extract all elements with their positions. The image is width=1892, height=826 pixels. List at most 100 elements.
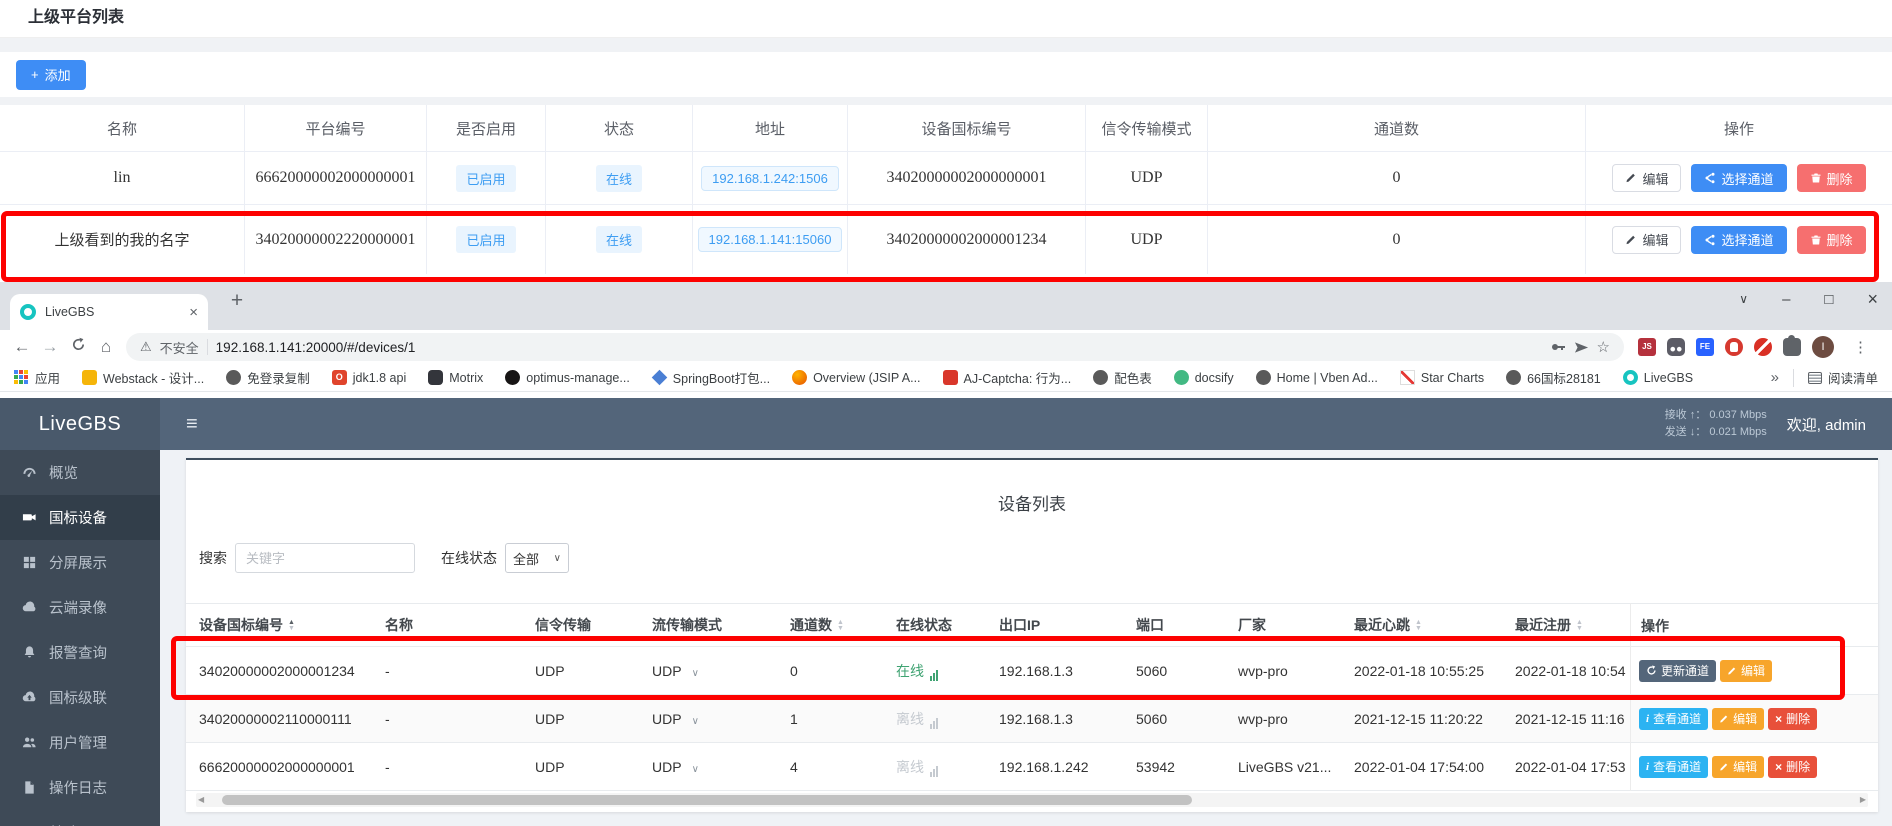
chevron-down-icon[interactable]: ∨	[692, 668, 699, 679]
bookmark-optimus[interactable]: optimus-manage...	[505, 370, 630, 385]
col-header-registered[interactable]: 最近注册▲▼	[1515, 615, 1637, 635]
adblock-hand-icon[interactable]	[1725, 338, 1743, 356]
sidebar-item-settings[interactable]: 基础配置	[0, 810, 160, 826]
delete-button[interactable]: ×删除	[1768, 708, 1817, 730]
col-header-device-id: 设备国标编号	[848, 105, 1086, 151]
back-button[interactable]: ←	[8, 337, 36, 357]
livegbs-favicon-icon	[20, 304, 36, 320]
online-status-label: 在线状态	[441, 548, 497, 568]
sidebar-item-split-screen[interactable]: 分屏展示	[0, 540, 160, 585]
address-badge[interactable]: 192.168.1.242:1506	[701, 166, 839, 191]
bookmark-vben[interactable]: Home | Vben Ad...	[1256, 370, 1378, 385]
bookmark-gb28181[interactable]: 66国标28181	[1506, 368, 1601, 387]
col-header-channels[interactable]: 通道数▲▼	[790, 615, 896, 635]
bookmark-springboot[interactable]: SpringBoot打包...	[652, 368, 770, 387]
scroll-right-icon[interactable]: ▶	[1860, 793, 1866, 807]
view-channels-button[interactable]: i查看通道	[1639, 756, 1708, 778]
scrollbar-thumb[interactable]	[222, 795, 1192, 805]
apps-grid-icon	[14, 370, 29, 385]
edit-button[interactable]: 编辑	[1712, 708, 1764, 730]
minimize-button[interactable]: –	[1782, 291, 1790, 308]
cell-gb-id: 34020000002110000111	[199, 711, 385, 727]
close-button[interactable]: ×	[1867, 289, 1878, 310]
sidebar-item-gb-devices[interactable]: 国标设备	[0, 495, 160, 540]
bookmark-livegbs[interactable]: LiveGBS	[1623, 370, 1693, 385]
view-channels-button[interactable]: i查看通道	[1639, 708, 1708, 730]
bookmark-colors[interactable]: 配色表	[1093, 368, 1152, 387]
forward-button[interactable]: →	[36, 337, 64, 357]
col-header-mode: 信令传输模式	[1086, 105, 1208, 151]
delete-button[interactable]: 删除	[1797, 226, 1866, 254]
chevron-down-icon[interactable]: ∨	[692, 716, 699, 727]
browser-menu-icon[interactable]: ⋮	[1845, 338, 1876, 356]
motrix-icon	[428, 370, 443, 385]
globe-icon	[226, 370, 241, 385]
tab-close-icon[interactable]: ×	[189, 304, 198, 321]
bookmark-overview[interactable]: Overview (JSIP A...	[792, 370, 920, 385]
update-channels-button[interactable]: 更新通道	[1639, 660, 1716, 682]
address-badge[interactable]: 192.168.1.141:15060	[698, 227, 843, 252]
device-table-header: 设备国标编号▲▼ 名称 信令传输 流传输模式 通道数▲▼ 在线状态 出口IP 端…	[186, 603, 1878, 647]
col-header-heartbeat[interactable]: 最近心跳▲▼	[1354, 615, 1515, 635]
video-camera-icon	[22, 510, 37, 525]
sidebar-item-users[interactable]: 用户管理	[0, 720, 160, 765]
extensions-puzzle-icon[interactable]	[1783, 338, 1801, 356]
new-tab-button[interactable]: +	[224, 289, 250, 313]
col-header-gb-id[interactable]: 设备国标编号▲▼	[199, 615, 385, 635]
edit-button[interactable]: 编辑	[1720, 660, 1772, 682]
delete-button[interactable]: 删除	[1797, 164, 1866, 192]
add-button[interactable]: + 添加	[16, 60, 86, 90]
fe-extension-icon[interactable]: FE	[1696, 338, 1714, 356]
bookmark-motrix[interactable]: Motrix	[428, 370, 483, 385]
globe-icon	[1093, 370, 1108, 385]
select-channel-button[interactable]: 选择通道	[1691, 164, 1786, 192]
sidebar-item-overview[interactable]: 概览	[0, 450, 160, 495]
online-status-select[interactable]: 全部 ∨	[505, 543, 569, 573]
row-operations: 更新通道 编辑	[1631, 647, 1878, 695]
cell-name: lin	[0, 152, 245, 204]
select-channel-button[interactable]: 选择通道	[1691, 226, 1786, 254]
edit-button[interactable]: 编辑	[1612, 226, 1681, 254]
send-to-device-icon[interactable]	[1574, 340, 1589, 355]
sidebar-item-logs[interactable]: 操作日志	[0, 765, 160, 810]
address-bar[interactable]: ⚠ 不安全 192.168.1.141:20000/#/devices/1 ☆	[126, 333, 1624, 361]
profile-avatar[interactable]: I	[1812, 336, 1834, 358]
tab-search-chevron-icon[interactable]: ∨	[1739, 292, 1748, 306]
home-button[interactable]: ⌂	[92, 337, 120, 357]
bookmark-copy[interactable]: 免登录复制	[226, 368, 310, 387]
edit-button[interactable]: 编辑	[1612, 164, 1681, 192]
bookmark-apps[interactable]: 应用	[14, 368, 60, 387]
bookmarks-overflow-icon[interactable]: »	[1771, 369, 1779, 386]
chevron-down-icon[interactable]: ∨	[692, 764, 699, 775]
sidebar-item-cascade[interactable]: 国标级联	[0, 675, 160, 720]
scroll-left-icon[interactable]: ◀	[198, 793, 204, 807]
hamburger-menu-icon[interactable]: ≡	[160, 413, 198, 436]
security-warning-icon[interactable]: ⚠	[140, 339, 152, 355]
reading-list-button[interactable]: 阅读清单	[1808, 368, 1878, 387]
edit-button[interactable]: 编辑	[1712, 756, 1764, 778]
browser-tab[interactable]: LiveGBS ×	[10, 294, 208, 330]
blocker-extension-icon[interactable]	[1754, 338, 1772, 356]
reload-button[interactable]	[64, 337, 92, 357]
sidebar-item-cloud-record[interactable]: 云端录像	[0, 585, 160, 630]
js-extension-icon[interactable]: JS	[1638, 338, 1656, 356]
bookmark-starcharts[interactable]: Star Charts	[1400, 370, 1484, 385]
maximize-button[interactable]: □	[1824, 291, 1833, 308]
divider	[0, 38, 1892, 52]
url-text[interactable]: 192.168.1.141:20000/#/devices/1	[216, 340, 416, 355]
password-key-icon[interactable]	[1550, 339, 1566, 355]
globe-icon	[1256, 370, 1271, 385]
bookmark-ajcaptcha[interactable]: AJ-Captcha: 行为...	[943, 368, 1072, 387]
cell-mode: UDP	[1086, 205, 1208, 274]
bookmark-webstack[interactable]: Webstack - 设计...	[82, 368, 204, 387]
cell-port: 5060	[1136, 663, 1238, 679]
offline-status: 离线	[896, 757, 938, 777]
incognito-extension-icon[interactable]	[1667, 338, 1685, 356]
bandwidth-chart-icon[interactable]	[930, 670, 938, 681]
bookmark-docsify[interactable]: docsify	[1174, 370, 1234, 385]
bookmark-jdk[interactable]: Ojdk1.8 api	[332, 370, 407, 385]
delete-button[interactable]: ×删除	[1768, 756, 1817, 778]
search-input[interactable]	[235, 543, 415, 573]
bookmark-star-icon[interactable]: ☆	[1597, 338, 1610, 356]
sidebar-item-alarms[interactable]: 报警查询	[0, 630, 160, 675]
